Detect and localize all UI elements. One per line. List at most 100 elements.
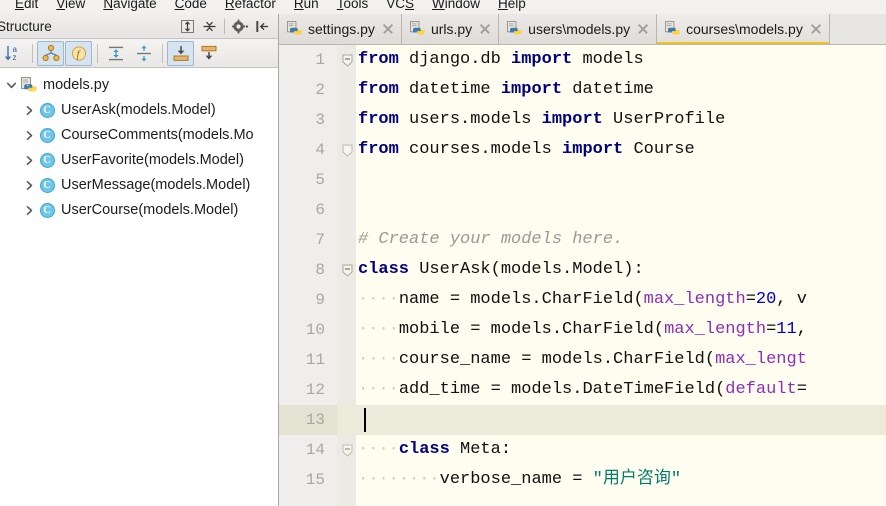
class-icon: C [38,127,56,145]
code-text: from django.db import models [358,50,644,69]
chevron-right-icon[interactable] [20,123,38,148]
fold-marker-expanded[interactable] [339,255,355,285]
line-number: 3 [315,111,325,129]
line-number: 8 [315,261,325,279]
class-icon: C [38,202,56,220]
line-number: 12 [305,381,325,399]
code-text: ····mobile = models.CharField(max_length… [358,320,807,339]
structure-header: Structure [0,14,278,39]
tree-item-class-1[interactable]: C CourseComments(models.Mo [0,123,278,148]
collapse-all-tree-icon[interactable] [130,41,157,66]
menu-item-vcs[interactable]: VCS [377,0,423,11]
toolbar-divider-3 [162,43,163,63]
chevron-down-icon[interactable] [2,73,20,98]
code-line: 3 from users.models import UserProfile [279,105,886,135]
tab-label-settings-py: settings.py [308,21,375,37]
line-number: 2 [315,81,325,99]
menu-item-navigate[interactable]: Navigate [94,0,165,11]
line-number: 11 [305,351,325,369]
close-icon[interactable] [636,22,650,36]
python-file-icon [287,21,303,37]
close-icon[interactable] [809,22,823,36]
expand-all-icon[interactable] [177,16,197,36]
tab-settings-py[interactable]: settings.py [279,14,402,44]
show-fields-icon[interactable]: f [65,40,92,66]
line-number: 14 [305,441,325,459]
code-text: # Create your models here. [358,230,624,249]
class-icon: C [38,152,56,170]
menu-item-view[interactable]: View [47,0,94,11]
tab-courses-models-py[interactable]: courses\models.py [657,14,830,44]
close-icon[interactable] [478,22,492,36]
menu-item-edit[interactable]: Edit [6,0,47,11]
tree-label-class-1: CourseComments(models.Mo [61,127,254,143]
code-text: ····course_name = models.CharField(max_l… [358,350,807,369]
close-icon[interactable] [381,22,395,36]
fold-marker-expanded[interactable] [339,435,355,465]
code-line: 8 class UserAsk(models.Model): [279,255,886,285]
fold-marker-expanded[interactable] [339,45,355,75]
chevron-right-icon[interactable] [20,198,38,223]
code-text: ····class Meta: [358,440,512,459]
code-text: ····add_time = models.DateTimeField(defa… [358,380,807,399]
code-text: ········verbose_name = "用户咨询" [358,470,682,489]
code-line: 5 [279,165,886,195]
autoscroll-to-source-icon[interactable] [167,40,194,66]
code-line: 2 from datetime import datetime [279,75,886,105]
class-icon: C [38,102,56,120]
show-inherited-members-icon[interactable] [37,40,64,66]
autoscroll-from-source-icon[interactable] [195,41,222,66]
tab-users-models-py[interactable]: users\models.py [499,14,658,44]
chevron-right-icon[interactable] [20,98,38,123]
structure-title: Structure [0,18,52,34]
tree-item-class-3[interactable]: C UserMessage(models.Model) [0,173,278,198]
structure-tool-window: Structure a z f models.py C UserAsk(mode… [0,14,279,506]
collapse-all-icon[interactable] [199,16,219,36]
structure-tree: models.py C UserAsk(models.Model) C Cour… [0,68,278,505]
menu-item-tools[interactable]: Tools [328,0,378,11]
sort-alphabetically-icon[interactable]: a z [0,41,27,66]
fold-marker-end[interactable] [339,135,355,165]
chevron-right-icon[interactable] [20,148,38,173]
menu-bar: Edit View Navigate Code Refactor Run Too… [0,0,886,14]
menu-item-window[interactable]: Window [423,0,489,11]
code-line: 1 from django.db import models [279,45,886,75]
menu-item-code[interactable]: Code [166,0,216,11]
gear-icon[interactable] [230,16,250,36]
code-editor[interactable]: 1 from django.db import models 2 from da… [279,45,886,506]
tree-item-class-0[interactable]: C UserAsk(models.Model) [0,98,278,123]
tree-item-class-2[interactable]: C UserFavorite(models.Model) [0,148,278,173]
tab-urls-py[interactable]: urls.py [401,14,500,44]
code-line-current: 13 [279,405,886,435]
code-line: 15 ········verbose_name = "用户咨询" [279,465,886,495]
editor-area: settings.py urls.py users\models.py cour… [279,14,886,506]
code-line: 11 ····course_name = models.CharField(ma… [279,345,886,375]
python-file-icon [409,21,426,37]
line-number: 5 [315,171,325,189]
menu-item-help[interactable]: Help [489,0,535,11]
text-caret [364,408,366,432]
chevron-right-icon[interactable] [20,173,38,198]
python-file-icon [20,77,38,95]
hide-panel-icon[interactable] [252,16,272,36]
code-text: ····name = models.CharField(max_length=2… [358,290,807,309]
menu-item-run[interactable]: Run [285,0,328,11]
tree-item-class-4[interactable]: C UserCourse(models.Model) [0,198,278,223]
code-line: 14 ····class Meta: [279,435,886,465]
tab-label-urls-py: urls.py [430,21,473,37]
tree-label-class-0: UserAsk(models.Model) [61,102,216,118]
code-line: 12 ····add_time = models.DateTimeField(d… [279,375,886,405]
code-text: from users.models import UserProfile [358,110,726,129]
tree-item-models-file[interactable]: models.py [0,73,278,98]
expand-all-tree-icon[interactable] [102,41,129,66]
tab-label-users-models-py: users\models.py [528,21,631,37]
header-divider [224,18,225,34]
tree-label-class-3: UserMessage(models.Model) [61,177,251,193]
line-number: 15 [305,471,325,489]
line-number: 13 [279,405,337,435]
code-lines: 1 from django.db import models 2 from da… [279,45,886,506]
toolbar-divider-1 [32,43,33,63]
python-file-icon [665,21,681,37]
code-line: 4 from courses.models import Course [279,135,886,165]
menu-item-refactor[interactable]: Refactor [216,0,285,11]
